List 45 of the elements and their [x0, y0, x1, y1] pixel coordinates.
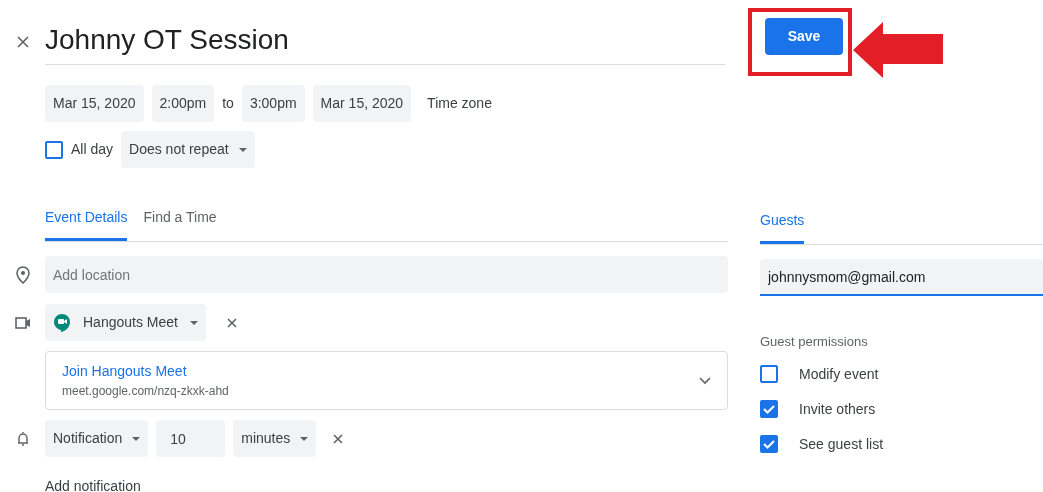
time-field[interactable]: 3:00pm: [241, 85, 305, 122]
checkmark-icon: [762, 402, 776, 416]
notification-type-dropdown[interactable]: Notification: [45, 420, 149, 457]
arrow-icon: [853, 22, 943, 78]
guest-email-field[interactable]: johnnysmom@gmail.com: [760, 259, 1043, 296]
join-link[interactable]: Join Hangouts Meet: [62, 361, 187, 382]
event-title[interactable]: Johnny OT Session: [45, 24, 289, 55]
date-field[interactable]: Mar 15, 2020: [45, 85, 144, 122]
location-field[interactable]: Add location: [45, 256, 728, 293]
notification-unit-dropdown[interactable]: minutes: [233, 420, 317, 457]
checkbox-label: All day: [71, 140, 114, 159]
caret-icon: [189, 320, 198, 325]
conference-dropdown[interactable]: Hangouts Meet: [45, 304, 206, 341]
checkbox-label: Modify event: [799, 364, 879, 384]
checkbox-label: See guest list: [799, 434, 884, 454]
repeat-dropdown[interactable]: Does not repeat: [121, 131, 255, 168]
time-zone-button[interactable]: Time zone: [419, 85, 500, 122]
notification-value-field[interactable]: 10: [156, 420, 226, 457]
save-button[interactable]: Save: [765, 18, 843, 55]
section-label: Guest permissions: [760, 333, 869, 351]
caret-icon: [238, 147, 247, 152]
caret-icon: [132, 436, 141, 441]
checkbox[interactable]: [760, 435, 778, 453]
meeting-url: meet.google.com/nzq-zkxk-ahd: [62, 383, 229, 400]
speech-bubble-icon: [53, 312, 71, 333]
add-notification-button[interactable]: Add notification: [45, 476, 141, 492]
chevron-down-icon[interactable]: [699, 376, 711, 385]
checkbox[interactable]: [45, 140, 63, 159]
bell-icon: [16, 430, 29, 447]
tab[interactable]: Event Details: [45, 207, 128, 241]
caret-icon: [300, 436, 309, 441]
close-icon[interactable]: [332, 433, 345, 446]
close-icon[interactable]: [15, 35, 30, 50]
checkbox[interactable]: [760, 400, 778, 418]
time-field[interactable]: 2:00pm: [151, 85, 215, 122]
close-icon[interactable]: [225, 317, 238, 330]
tab[interactable]: Find a Time: [143, 207, 217, 241]
checkmark-icon: [762, 437, 776, 451]
date-field[interactable]: Mar 15, 2020: [312, 85, 412, 122]
tab[interactable]: Guests: [760, 210, 805, 244]
video-camera-icon: [14, 316, 31, 329]
checkbox[interactable]: [760, 365, 778, 383]
separator-text: to: [222, 94, 234, 113]
checkbox-label: Invite others: [799, 399, 876, 419]
location-pin-icon: [15, 265, 30, 284]
